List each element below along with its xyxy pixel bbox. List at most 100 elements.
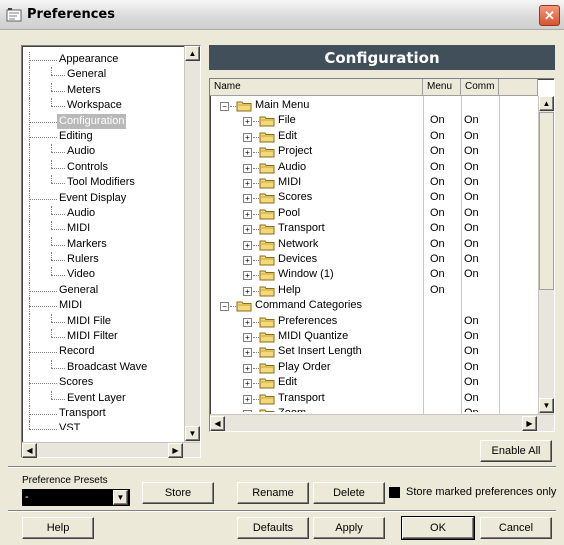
tree-horizontal-scrollbar[interactable]: ◀ ▶: [22, 442, 200, 458]
expand-icon[interactable]: +: [243, 348, 252, 358]
row-comm-value[interactable]: On: [464, 129, 479, 144]
tree-item[interactable]: Appearance: [23, 52, 184, 68]
row-comm-value[interactable]: On: [464, 206, 479, 221]
expand-icon[interactable]: +: [243, 333, 252, 342]
grid-vertical-scrollbar[interactable]: ▲ ▼: [538, 96, 554, 414]
tree-item[interactable]: Event Layer: [23, 390, 184, 406]
table-row[interactable]: + Transport On: [210, 391, 538, 406]
expand-icon[interactable]: +: [243, 225, 252, 235]
row-menu-value[interactable]: On: [430, 129, 445, 144]
row-menu-value[interactable]: On: [430, 252, 445, 267]
row-menu-value[interactable]: On: [430, 221, 445, 236]
table-row[interactable]: + Transport On On: [210, 221, 538, 236]
scroll-thumb[interactable]: [539, 112, 554, 290]
table-row[interactable]: + Audio On On: [210, 160, 538, 175]
tree-item[interactable]: Video: [23, 267, 184, 283]
tree-item[interactable]: Rulers: [23, 252, 184, 268]
scroll-left-icon[interactable]: ◀: [210, 416, 225, 431]
tree-item[interactable]: VST: [23, 421, 184, 430]
row-menu-value[interactable]: On: [430, 190, 445, 205]
expand-icon[interactable]: +: [243, 117, 252, 127]
tree-item[interactable]: General: [23, 67, 184, 83]
row-comm-value[interactable]: On: [464, 144, 479, 159]
tree-vertical-scrollbar[interactable]: ▲ ▼: [184, 46, 200, 442]
scroll-up-icon[interactable]: ▲: [185, 46, 200, 61]
table-row[interactable]: + Devices On On: [210, 252, 538, 267]
expand-icon[interactable]: +: [243, 394, 252, 404]
row-menu-value[interactable]: On: [430, 144, 445, 159]
defaults-button[interactable]: Defaults: [237, 517, 309, 539]
tree-item[interactable]: MIDI Filter: [23, 329, 184, 345]
tree-item[interactable]: Tool Modifiers: [23, 175, 184, 191]
table-row[interactable]: + Zoom On: [210, 406, 538, 412]
row-comm-value[interactable]: On: [464, 329, 479, 344]
tree-item[interactable]: Controls: [23, 159, 184, 176]
table-row[interactable]: + Network On On: [210, 237, 538, 252]
table-row[interactable]: + Set Insert Length On: [210, 344, 538, 359]
table-row[interactable]: − Main Menu: [210, 98, 538, 113]
row-comm-value[interactable]: On: [464, 221, 479, 236]
expand-icon[interactable]: +: [243, 132, 252, 142]
row-comm-value[interactable]: On: [464, 113, 479, 128]
expand-icon[interactable]: +: [243, 256, 252, 265]
table-row[interactable]: + Pool On On: [210, 206, 538, 221]
table-row[interactable]: + Help On: [210, 283, 538, 298]
tree-item[interactable]: Audio: [23, 205, 184, 222]
expand-icon[interactable]: +: [243, 317, 252, 327]
ok-button[interactable]: OK: [401, 516, 475, 540]
cancel-button[interactable]: Cancel: [480, 517, 552, 539]
expand-icon[interactable]: +: [243, 379, 252, 389]
tree-item[interactable]: MIDI File: [23, 313, 184, 330]
expand-icon[interactable]: +: [243, 271, 252, 281]
row-comm-value[interactable]: On: [464, 314, 479, 329]
row-menu-value[interactable]: On: [430, 160, 445, 175]
scroll-left-icon[interactable]: ◀: [22, 443, 37, 458]
table-row[interactable]: + Edit On On: [210, 129, 538, 144]
expand-icon[interactable]: +: [243, 148, 252, 158]
table-row[interactable]: + MIDI Quantize On: [210, 329, 538, 344]
collapse-icon[interactable]: −: [220, 302, 229, 312]
chevron-down-icon[interactable]: ▼: [113, 490, 128, 505]
tree-item[interactable]: MIDI: [23, 221, 184, 237]
grid-horizontal-scrollbar[interactable]: ◀ ▶: [210, 414, 554, 431]
tree-item[interactable]: Workspace: [23, 98, 184, 114]
scroll-right-icon[interactable]: ▶: [522, 416, 537, 431]
column-header-menu[interactable]: Menu: [423, 79, 461, 96]
help-button[interactable]: Help: [22, 517, 94, 539]
table-row[interactable]: + MIDI On On: [210, 175, 538, 190]
row-menu-value[interactable]: On: [430, 283, 445, 298]
store-marked-checkbox[interactable]: [389, 487, 400, 498]
store-button[interactable]: Store: [142, 482, 214, 504]
preferences-tree[interactable]: Appearance General Meters Workspace Configur…: [21, 45, 201, 458]
row-comm-value[interactable]: On: [464, 344, 479, 359]
expand-icon[interactable]: +: [243, 410, 252, 412]
rename-button[interactable]: Rename: [237, 482, 309, 504]
table-row[interactable]: + Window (1) On On: [210, 267, 538, 282]
expand-icon[interactable]: +: [243, 363, 252, 373]
expand-icon[interactable]: +: [243, 163, 252, 173]
tree-item[interactable]: Record: [23, 344, 184, 360]
apply-button[interactable]: Apply: [313, 517, 385, 539]
expand-icon[interactable]: +: [243, 286, 252, 296]
table-row[interactable]: + Preferences On: [210, 314, 538, 329]
column-header-comm[interactable]: Comm: [461, 79, 499, 96]
table-row[interactable]: + File On On: [210, 113, 538, 128]
row-comm-value[interactable]: On: [464, 406, 479, 412]
row-comm-value[interactable]: On: [464, 190, 479, 205]
tree-item[interactable]: Audio: [23, 144, 184, 160]
row-comm-value[interactable]: On: [464, 375, 479, 390]
tree-item[interactable]: Markers: [23, 236, 184, 253]
collapse-icon[interactable]: −: [220, 102, 229, 111]
row-comm-value[interactable]: On: [464, 237, 479, 252]
preset-select[interactable]: - ▼: [22, 489, 130, 506]
tree-item[interactable]: Scores: [23, 375, 184, 391]
close-icon[interactable]: ✕: [539, 5, 560, 26]
row-menu-value[interactable]: On: [430, 175, 445, 190]
tree-item[interactable]: MIDI: [23, 298, 184, 314]
column-header-name[interactable]: Name: [210, 79, 423, 96]
scroll-up-icon[interactable]: ▲: [539, 96, 554, 111]
table-row[interactable]: − Command Categories: [210, 298, 538, 313]
row-menu-value[interactable]: On: [430, 206, 445, 221]
configuration-grid[interactable]: Name Menu Comm − Main Menu + File On On + Edit O…: [209, 78, 555, 432]
row-menu-value[interactable]: On: [430, 237, 445, 252]
